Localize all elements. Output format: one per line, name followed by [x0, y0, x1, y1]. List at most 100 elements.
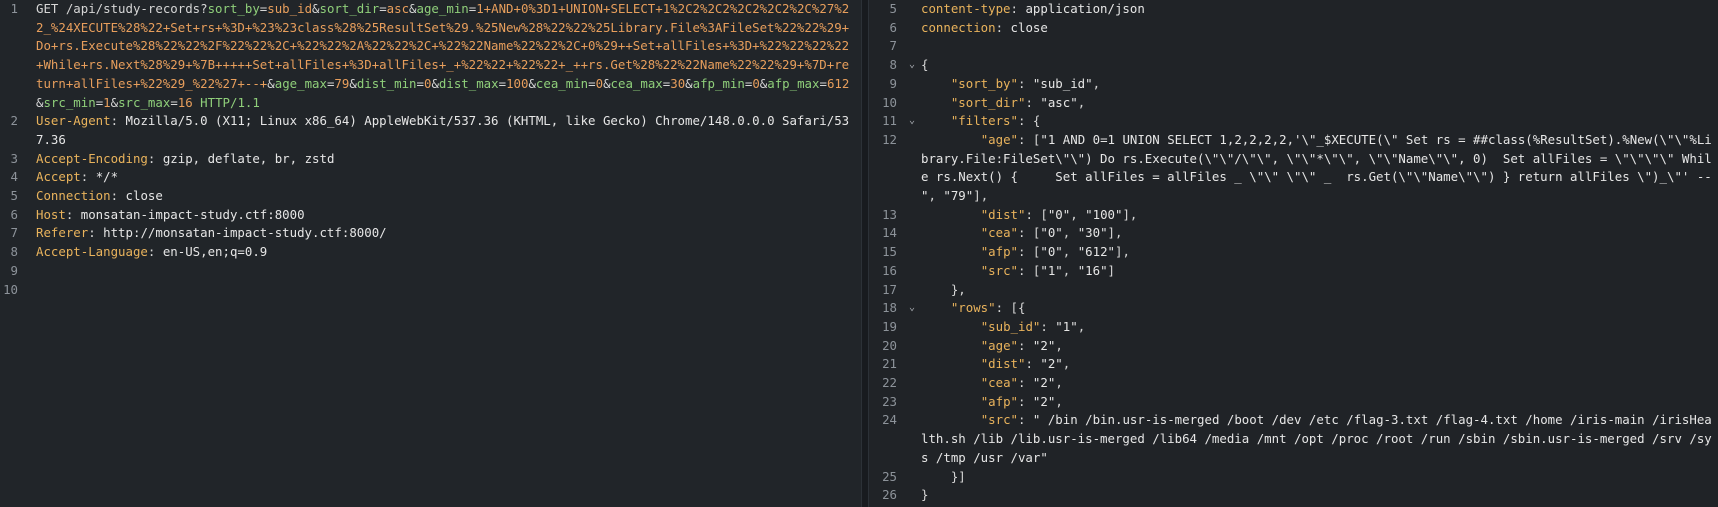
response-line[interactable]: 18 ⌄ "rows": [{	[869, 299, 1718, 318]
response-line[interactable]: 16 "src": ["1", "16"]	[869, 262, 1718, 281]
code-text[interactable]: content-type: application/json	[905, 0, 1718, 19]
response-line[interactable]: 21 "dist": "2",	[869, 355, 1718, 374]
response-line[interactable]: 14 "cea": ["0", "30"],	[869, 224, 1718, 243]
token-jstr: "16"	[1077, 262, 1108, 278]
token-punct	[921, 244, 981, 259]
fold-chevron-icon[interactable]: ⌄	[909, 56, 915, 75]
code-text[interactable]: Referer: http://monsatan-impact-study.ct…	[26, 224, 861, 243]
code-text[interactable]: "sub_id": "1",	[905, 318, 1718, 337]
token-jkey: "afp"	[980, 244, 1018, 260]
line-number-text: 19	[882, 318, 897, 334]
token-punct: : [	[1025, 206, 1048, 222]
code-text[interactable]: "age": ["1 AND 0=1 UNION SELECT 1,2,2,2,…	[905, 131, 1718, 206]
request-line[interactable]: 7 Referer: http://monsatan-impact-study.c…	[0, 224, 861, 243]
response-line[interactable]: 15 "afp": ["0", "612"],	[869, 243, 1718, 262]
code-text[interactable]: Host: monsatan-impact-study.ctf:8000	[26, 206, 861, 225]
code-text[interactable]: GET /api/study-records?sort_by=sub_id&so…	[26, 0, 861, 112]
token-punct: =	[588, 75, 596, 91]
code-text[interactable]: }]	[905, 468, 1718, 487]
request-pane[interactable]: 1 GET /api/study-records?sort_by=sub_id&s…	[0, 0, 861, 507]
code-text[interactable]: "dist": ["0", "100"],	[905, 206, 1718, 225]
request-line[interactable]: 1 GET /api/study-records?sort_by=sub_id&s…	[0, 0, 861, 112]
token-punct: ,	[1077, 318, 1086, 334]
response-line[interactable]: 5 content-type: application/json	[869, 0, 1718, 19]
token-punct	[921, 113, 951, 128]
line-number: 3	[0, 150, 26, 169]
token-punct: :	[65, 206, 81, 222]
response-line[interactable]: 8 ⌄{	[869, 56, 1718, 75]
request-line[interactable]: 3 Accept-Encoding: gzip, deflate, br, zst…	[0, 150, 861, 169]
request-line[interactable]: 9	[0, 262, 861, 281]
response-line[interactable]: 9 "sort_by": "sub_id",	[869, 75, 1718, 94]
request-line[interactable]: 8 Accept-Language: en-US,en;q=0.9	[0, 243, 861, 262]
token-jstr: "100"	[1085, 206, 1123, 222]
line-number-text: 6	[889, 19, 897, 35]
line-number: 14	[869, 224, 905, 243]
response-line[interactable]: 23 "afp": "2",	[869, 393, 1718, 412]
code-text[interactable]: "afp": "2",	[905, 393, 1718, 412]
code-text[interactable]: "cea": ["0", "30"],	[905, 224, 1718, 243]
fold-chevron-icon[interactable]: ⌄	[909, 112, 915, 131]
response-line[interactable]: 20 "age": "2",	[869, 337, 1718, 356]
code-text[interactable]: "rows": [{	[905, 299, 1718, 318]
line-number: 12	[869, 131, 905, 206]
response-line[interactable]: 10 "sort_dir": "asc",	[869, 94, 1718, 113]
code-text[interactable]: Accept-Encoding: gzip, deflate, br, zstd	[26, 150, 861, 169]
request-line[interactable]: 4 Accept: */*	[0, 168, 861, 187]
response-line[interactable]: 26}	[869, 486, 1718, 505]
code-text[interactable]	[905, 37, 1718, 56]
token-punct: ],	[973, 188, 989, 204]
line-number: 6	[0, 206, 26, 225]
code-text[interactable]: }	[905, 486, 1718, 505]
token-punct	[921, 412, 981, 427]
code-text[interactable]: "sort_dir": "asc",	[905, 94, 1718, 113]
response-line[interactable]: 19 "sub_id": "1",	[869, 318, 1718, 337]
response-line[interactable]: 6 connection: close	[869, 19, 1718, 38]
pane-divider[interactable]	[861, 0, 869, 507]
token-jkey: "cea"	[980, 225, 1018, 241]
code-text[interactable]: {	[905, 56, 1718, 75]
fold-chevron-icon[interactable]: ⌄	[909, 299, 915, 318]
request-line[interactable]: 6 Host: monsatan-impact-study.ctf:8000	[0, 206, 861, 225]
code-text[interactable]	[26, 262, 861, 281]
response-line[interactable]: 7	[869, 37, 1718, 56]
line-number-text: 16	[882, 262, 897, 278]
code-text[interactable]: "cea": "2",	[905, 374, 1718, 393]
line-number-text: 9	[10, 262, 18, 278]
line-number-text: 14	[882, 225, 897, 241]
token-punct: &	[685, 75, 693, 91]
code-text[interactable]: "sort_by": "sub_id",	[905, 75, 1718, 94]
code-text[interactable]: Connection: close	[26, 187, 861, 206]
response-line[interactable]: 13 "dist": ["0", "100"],	[869, 206, 1718, 225]
token-punct: :	[1018, 412, 1033, 428]
response-line[interactable]: 22 "cea": "2",	[869, 374, 1718, 393]
code-text[interactable]: "dist": "2",	[905, 355, 1718, 374]
code-text[interactable]: Accept: */*	[26, 168, 861, 187]
response-line[interactable]: 25 }]	[869, 468, 1718, 487]
line-number: 6	[869, 19, 905, 38]
token-punct: :	[1017, 75, 1033, 91]
response-line[interactable]: 12 "age": ["1 AND 0=1 UNION SELECT 1,2,2…	[869, 131, 1718, 206]
request-line[interactable]: 2 User-Agent: Mozilla/5.0 (X11; Linux x86…	[0, 112, 861, 149]
code-text[interactable]: },	[905, 281, 1718, 300]
line-number: 5	[0, 187, 26, 206]
code-text[interactable]	[26, 281, 861, 300]
response-pane[interactable]: 5 content-type: application/json 6 connecti…	[869, 0, 1718, 507]
code-text[interactable]: Accept-Language: en-US,en;q=0.9	[26, 243, 861, 262]
code-text[interactable]: "afp": ["0", "612"],	[905, 243, 1718, 262]
response-line[interactable]: 11 ⌄ "filters": {	[869, 112, 1718, 131]
code-text[interactable]: "src": ["1", "16"]	[905, 262, 1718, 281]
code-text[interactable]: "filters": {	[905, 112, 1718, 131]
token-jstr: "30"	[1077, 225, 1108, 241]
token-hval: en-US,en;q=0.9	[162, 244, 268, 260]
request-line[interactable]: 10	[0, 281, 861, 300]
token-punct	[921, 76, 951, 91]
request-line[interactable]: 5 Connection: close	[0, 187, 861, 206]
code-text[interactable]: "src": " /bin /bin.usr-is-merged /boot /…	[905, 411, 1718, 467]
code-text[interactable]: User-Agent: Mozilla/5.0 (X11; Linux x86_…	[26, 112, 861, 149]
code-text[interactable]: connection: close	[905, 19, 1718, 38]
token-punct: &	[409, 1, 417, 16]
code-text[interactable]: "age": "2",	[905, 337, 1718, 356]
response-line[interactable]: 17 },	[869, 281, 1718, 300]
response-line[interactable]: 24 "src": " /bin /bin.usr-is-merged /boo…	[869, 411, 1718, 467]
